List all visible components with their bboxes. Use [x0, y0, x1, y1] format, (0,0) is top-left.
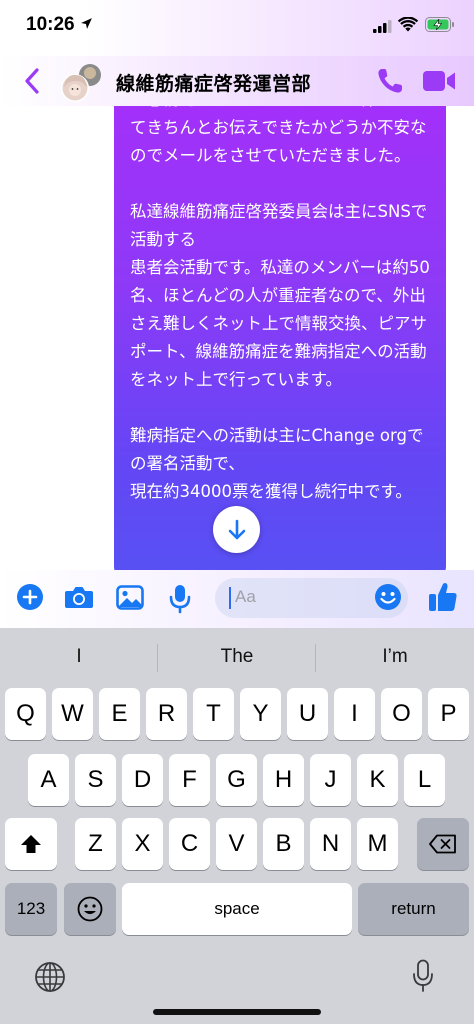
key-e[interactable]: E: [99, 688, 140, 740]
outgoing-message-bubble[interactable]: し感情的になってしまい、この件について​きちんとお伝えできたかどうか不安なのでメ…: [114, 106, 446, 570]
group-avatar[interactable]: [60, 63, 104, 103]
key-j[interactable]: J: [310, 754, 351, 806]
arrow-down-icon: [228, 519, 245, 539]
key-t[interactable]: T: [193, 688, 234, 740]
text-caret: [229, 587, 231, 609]
suggestion-divider: [315, 644, 316, 672]
key-u[interactable]: U: [287, 688, 328, 740]
gallery-image-icon[interactable]: [116, 585, 144, 610]
phone-call-icon[interactable]: [375, 66, 405, 96]
key-d[interactable]: D: [122, 754, 163, 806]
video-call-icon[interactable]: [422, 68, 456, 94]
numbers-key[interactable]: 123: [5, 883, 57, 935]
key-c[interactable]: C: [169, 818, 210, 870]
key-a[interactable]: A: [28, 754, 69, 806]
status-time: 10:26: [26, 14, 75, 35]
key-i[interactable]: I: [334, 688, 375, 740]
thumbs-up-icon[interactable]: [428, 581, 458, 613]
location-arrow-icon: [81, 18, 92, 29]
suggestion-divider: [157, 644, 158, 672]
backspace-icon: [429, 834, 456, 854]
key-p[interactable]: P: [428, 688, 469, 740]
key-r[interactable]: R: [146, 688, 187, 740]
key-m[interactable]: M: [357, 818, 398, 870]
return-key[interactable]: return: [358, 883, 469, 935]
back-chevron-icon[interactable]: [20, 66, 44, 96]
key-l[interactable]: L: [404, 754, 445, 806]
predictive-bar: I The I’m: [0, 628, 474, 688]
chat-title[interactable]: 線維筋痛症啓発運営部: [116, 69, 311, 96]
emoji-icon[interactable]: [374, 583, 402, 611]
key-s[interactable]: S: [75, 754, 116, 806]
key-v[interactable]: V: [216, 818, 257, 870]
globe-icon[interactable]: [34, 961, 66, 993]
message-composer: Aa: [0, 570, 474, 628]
message-input-placeholder: Aa: [235, 587, 256, 606]
chat-header: 線維筋痛症啓発運営部: [0, 56, 474, 106]
wifi-icon: [398, 17, 418, 32]
battery-charging-icon: [425, 17, 454, 32]
message-text: し感情的になってしまい、この件について​きちんとお伝えできたかどうか不安なのでメ…: [130, 106, 430, 501]
emoji-key[interactable]: [64, 883, 116, 935]
emoji-face-icon: [77, 896, 103, 922]
cellular-signal-icon: [373, 20, 392, 33]
suggestion-1[interactable]: I: [4, 646, 154, 668]
plus-circle-icon[interactable]: [16, 583, 44, 611]
key-f[interactable]: F: [169, 754, 210, 806]
scroll-to-bottom-button[interactable]: [213, 506, 260, 553]
shift-key[interactable]: [5, 818, 57, 870]
space-key[interactable]: space: [122, 883, 352, 935]
dictation-microphone-icon[interactable]: [411, 959, 435, 993]
delete-key[interactable]: [417, 818, 469, 870]
key-g[interactable]: G: [216, 754, 257, 806]
key-z[interactable]: Z: [75, 818, 116, 870]
suggestion-2[interactable]: The: [162, 646, 312, 668]
message-thread[interactable]: し感情的になってしまい、この件について​きちんとお伝えできたかどうか不安なのでメ…: [0, 106, 474, 570]
key-x[interactable]: X: [122, 818, 163, 870]
key-q[interactable]: Q: [5, 688, 46, 740]
key-y[interactable]: Y: [240, 688, 281, 740]
microphone-icon[interactable]: [168, 584, 192, 614]
ios-keyboard: I The I’m Q W E R T Y U I O P A S D F G …: [0, 628, 474, 1024]
camera-icon[interactable]: [64, 585, 94, 610]
key-o[interactable]: O: [381, 688, 422, 740]
suggestion-3[interactable]: I’m: [320, 646, 470, 668]
key-h[interactable]: H: [263, 754, 304, 806]
shift-arrow-icon: [21, 835, 41, 853]
status-bar: 10:26: [0, 0, 474, 56]
home-indicator: [153, 1009, 321, 1015]
key-n[interactable]: N: [310, 818, 351, 870]
key-b[interactable]: B: [263, 818, 304, 870]
key-k[interactable]: K: [357, 754, 398, 806]
key-w[interactable]: W: [52, 688, 93, 740]
